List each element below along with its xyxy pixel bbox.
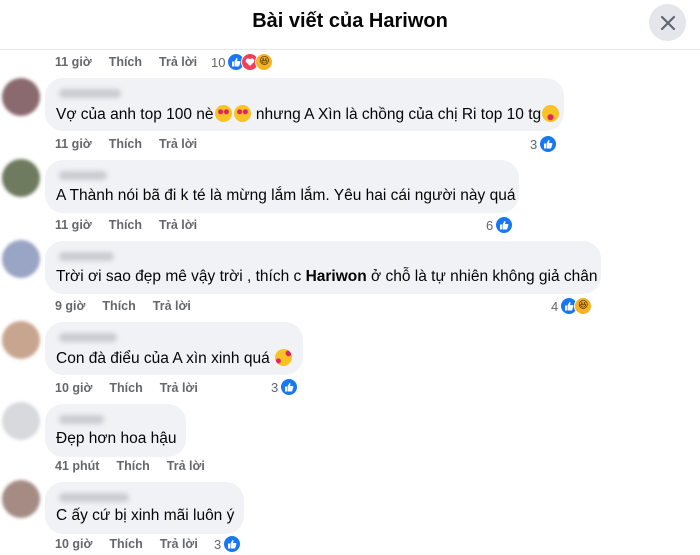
reaction-count: 6 xyxy=(486,217,494,233)
close-button[interactable] xyxy=(649,4,686,41)
heart-eyes-emoji xyxy=(233,105,251,122)
avatar[interactable] xyxy=(2,480,40,518)
comment-meta-row: 11 giờ Thích Trả lời xyxy=(55,218,214,232)
reaction-summary[interactable]: 4 😆 xyxy=(551,297,593,315)
comment-text: Trời ơi sao đẹp mê vậy trời , thích c Ha… xyxy=(56,268,598,285)
reaction-summary[interactable]: 3 xyxy=(271,378,299,396)
smiling-hearts-emoji xyxy=(275,349,293,366)
commenter-name[interactable] xyxy=(59,415,104,424)
like-link[interactable]: Thích xyxy=(109,218,142,232)
reply-link[interactable]: Trả lời xyxy=(167,459,205,473)
like-icon xyxy=(223,535,242,553)
comment-time[interactable]: 10 giờ xyxy=(55,381,92,395)
like-link[interactable]: Thích xyxy=(116,459,149,473)
reaction-count: 10 xyxy=(211,54,226,70)
comment-bubble: Đẹp hơn hoa hậu xyxy=(45,404,186,457)
comment-time[interactable]: 41 phút xyxy=(55,459,99,473)
comment-bubble: A Thành nói bã đi k té là mừng lắm lắm. … xyxy=(45,160,519,213)
haha-icon: 😆 xyxy=(574,297,593,315)
reaction-count: 3 xyxy=(214,536,222,552)
mentioned-name[interactable]: Hariwon xyxy=(306,268,367,285)
like-link[interactable]: Thích xyxy=(102,299,135,313)
avatar[interactable] xyxy=(2,78,40,116)
reply-link[interactable]: Trả lời xyxy=(159,218,197,232)
dialog-header: Bài viết của Hariwon xyxy=(0,0,700,50)
comment-text: A Thành nói bã đi k té là mừng lắm lắm. … xyxy=(56,187,516,204)
comment-text: C ấy cứ bị xinh mãi luôn ý xyxy=(56,507,235,524)
commenter-name[interactable] xyxy=(59,171,107,180)
dialog-title: Bài viết của Hariwon xyxy=(252,10,448,32)
heart-eyes-emoji xyxy=(214,105,232,122)
reply-link[interactable]: Trả lời xyxy=(160,537,198,551)
comment-meta-row: 11 giờ Thích Trả lời xyxy=(55,55,214,69)
like-link[interactable]: Thích xyxy=(109,55,142,69)
comment-time[interactable]: 11 giờ xyxy=(55,137,92,151)
comment-text: Con đà điểu của A xìn xinh quá xyxy=(56,349,293,368)
comment-bubble: Vợ của anh top 100 nè nhưng A Xìn là chồ… xyxy=(45,78,564,131)
comment-meta-row: 10 giờ Thích Trả lời xyxy=(55,537,215,551)
comment-text: Vợ của anh top 100 nè nhưng A Xìn là chồ… xyxy=(56,105,560,124)
comment-meta-row: 41 phút Thích Trả lời xyxy=(55,459,222,473)
commenter-name[interactable] xyxy=(59,89,121,98)
comment-time[interactable]: 9 giờ xyxy=(55,299,85,313)
like-link[interactable]: Thích xyxy=(109,381,142,395)
reaction-summary[interactable]: 10 😆 xyxy=(211,53,274,71)
like-link[interactable]: Thích xyxy=(109,137,142,151)
reaction-summary[interactable]: 3 xyxy=(214,535,242,553)
comment-bubble: Trời ơi sao đẹp mê vậy trời , thích c Ha… xyxy=(45,241,601,294)
reply-link[interactable]: Trả lời xyxy=(159,137,197,151)
reaction-count: 3 xyxy=(271,379,279,395)
like-icon xyxy=(495,216,514,234)
reaction-summary[interactable]: 6 xyxy=(486,216,514,234)
commenter-name[interactable] xyxy=(59,493,129,502)
comment-text: Đẹp hơn hoa hậu xyxy=(56,430,177,447)
avatar[interactable] xyxy=(2,402,40,440)
avatar[interactable] xyxy=(2,240,40,278)
reaction-count: 3 xyxy=(530,136,538,152)
reaction-summary[interactable]: 3 xyxy=(530,135,558,153)
like-link[interactable]: Thích xyxy=(109,537,142,551)
comment-meta-row: 10 giờ Thích Trả lời xyxy=(55,381,215,395)
comment-meta-row: 11 giờ Thích Trả lời xyxy=(55,137,214,151)
like-icon xyxy=(539,135,558,153)
like-icon xyxy=(280,378,299,396)
reply-link[interactable]: Trả lời xyxy=(160,381,198,395)
reply-link[interactable]: Trả lời xyxy=(153,299,191,313)
reaction-count: 4 xyxy=(551,298,559,314)
comment-bubble: C ấy cứ bị xinh mãi luôn ý xyxy=(45,482,244,534)
avatar[interactable] xyxy=(2,321,40,359)
close-icon xyxy=(660,15,675,30)
commenter-name[interactable] xyxy=(59,252,114,261)
comment-time[interactable]: 11 giờ xyxy=(55,55,92,69)
avatar[interactable] xyxy=(2,159,40,197)
comment-bubble: Con đà điểu của A xìn xinh quá xyxy=(45,322,303,375)
haha-icon: 😆 xyxy=(255,53,274,71)
comment-time[interactable]: 10 giờ xyxy=(55,537,92,551)
comment-meta-row: 9 giờ Thích Trả lời xyxy=(55,299,208,313)
commenter-name[interactable] xyxy=(59,333,117,342)
reply-link[interactable]: Trả lời xyxy=(159,55,197,69)
tongue-out-emoji xyxy=(542,105,560,122)
comment-time[interactable]: 11 giờ xyxy=(55,218,92,232)
